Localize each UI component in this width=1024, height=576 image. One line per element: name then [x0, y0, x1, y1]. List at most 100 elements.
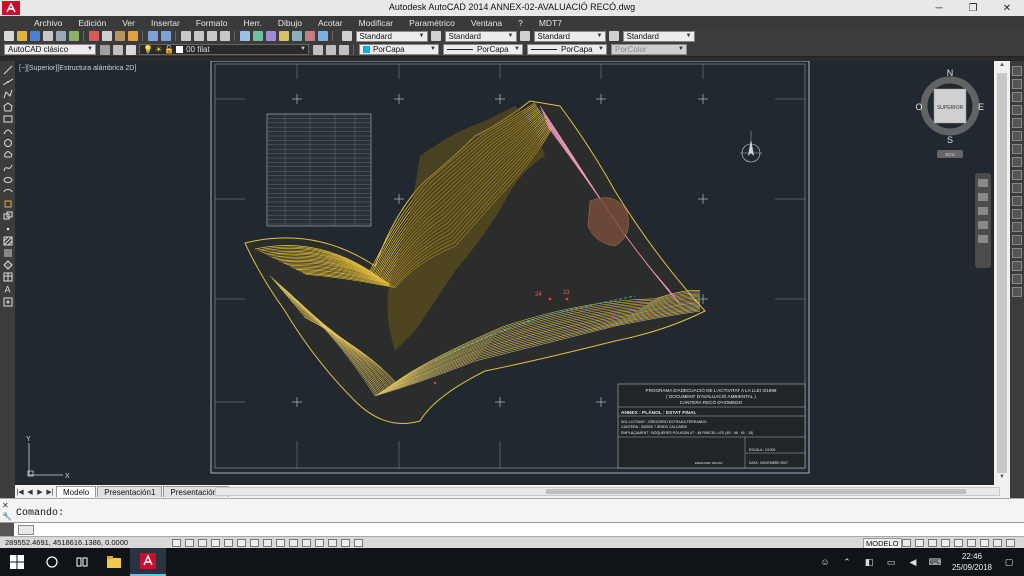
people-icon[interactable]: ☺: [818, 555, 832, 569]
tab-presentacion1[interactable]: Presentación1: [97, 486, 163, 497]
menu-modificar[interactable]: Modificar: [351, 18, 401, 28]
extend-icon[interactable]: [1012, 195, 1022, 206]
selection-cycling-icon[interactable]: [341, 538, 350, 547]
move-icon[interactable]: [1012, 130, 1022, 141]
volume-icon[interactable]: ◀: [906, 555, 920, 569]
toolbar-lock-icon[interactable]: [954, 539, 963, 547]
vertical-scrollbar[interactable]: ▲ ▼: [994, 61, 1010, 485]
command-line-handle[interactable]: [0, 522, 14, 537]
close-button[interactable]: ✕: [990, 0, 1024, 16]
pan-icon[interactable]: [180, 31, 191, 41]
3d-object-snap-icon[interactable]: [250, 538, 259, 547]
layer-manager-icon[interactable]: [112, 44, 123, 55]
command-input[interactable]: [34, 523, 1024, 536]
battery-icon[interactable]: ▭: [884, 555, 898, 569]
clean-screen-icon[interactable]: [1006, 539, 1015, 547]
action-center-icon[interactable]: ▢: [1002, 555, 1016, 569]
polar-tracking-icon[interactable]: [224, 538, 233, 547]
menu-help[interactable]: ?: [510, 18, 531, 28]
save-icon[interactable]: [29, 31, 40, 41]
copy-icon[interactable]: [101, 31, 112, 41]
fillet-icon[interactable]: [1012, 260, 1022, 271]
object-snap-tracking-icon[interactable]: [263, 538, 272, 547]
text-style-combo[interactable]: Standard ▼: [355, 30, 428, 42]
hatch-icon[interactable]: [2, 235, 13, 246]
make-current-layer-icon[interactable]: [312, 44, 323, 55]
layer-combo[interactable]: 💡 ☀ 🔓 00 filat ▼: [139, 44, 309, 55]
drawing-canvas[interactable]: [−][Superior][Estructura alámbrica 2D] 2…: [15, 61, 994, 485]
copy-object-icon[interactable]: [1012, 78, 1022, 89]
viewcube-south[interactable]: S: [947, 135, 953, 145]
status-menu-icon[interactable]: [993, 539, 1002, 547]
snap-mode-icon[interactable]: [185, 538, 194, 547]
rectangle-icon[interactable]: [2, 113, 13, 124]
last-tab-icon[interactable]: ▶|: [45, 487, 55, 497]
windows-start-icon[interactable]: [0, 548, 34, 576]
maximize-button[interactable]: ❐: [956, 0, 990, 16]
publish-icon[interactable]: [68, 31, 79, 41]
taskbar-clock[interactable]: 22:46 25/09/2018: [952, 551, 992, 573]
construction-line-icon[interactable]: [2, 77, 13, 88]
first-tab-icon[interactable]: |◀: [15, 487, 25, 497]
multileader-style-combo[interactable]: Standard ▼: [622, 30, 695, 42]
quick-view-drawings-icon[interactable]: [915, 539, 924, 547]
menu-mdt7[interactable]: MDT7: [531, 18, 570, 28]
menu-archivo[interactable]: Archivo: [26, 18, 70, 28]
properties-icon[interactable]: [239, 31, 250, 41]
table-icon[interactable]: [2, 272, 13, 283]
dim-style-combo[interactable]: Standard ▼: [444, 30, 517, 42]
arc-icon[interactable]: [2, 126, 13, 137]
ellipse-arc-icon[interactable]: [2, 186, 13, 197]
design-center-icon[interactable]: [252, 31, 263, 41]
lineweight-display-icon[interactable]: [302, 538, 311, 547]
table-style-combo[interactable]: Standard ▼: [533, 30, 606, 42]
mirror-icon[interactable]: [1012, 91, 1022, 102]
blend-curves-icon[interactable]: [1012, 273, 1022, 284]
customize-wrench-icon[interactable]: 🔧: [2, 512, 12, 521]
grid-display-icon[interactable]: [198, 538, 207, 547]
revision-cloud-icon[interactable]: [2, 150, 13, 161]
menu-acotar[interactable]: Acotar: [310, 18, 351, 28]
cut-icon[interactable]: [88, 31, 99, 41]
offset-icon[interactable]: [1012, 104, 1022, 115]
erase-icon[interactable]: [1012, 65, 1022, 76]
workspace-combo[interactable]: AutoCAD clásico ▼: [4, 44, 96, 55]
dynamic-ucs-icon[interactable]: [276, 538, 285, 547]
tab-modelo[interactable]: Modelo: [56, 486, 97, 497]
zoom-realtime-icon[interactable]: [193, 31, 204, 41]
language-icon[interactable]: ⌨: [928, 555, 942, 569]
line-icon[interactable]: [2, 65, 13, 76]
menu-insertar[interactable]: Insertar: [143, 18, 188, 28]
navigation-bar[interactable]: [975, 173, 991, 268]
linetype-combo[interactable]: PorCapa ▼: [443, 44, 523, 55]
chamfer-icon[interactable]: [1012, 247, 1022, 258]
scroll-down-arrow-icon[interactable]: ▼: [994, 474, 1010, 484]
menu-formato[interactable]: Formato: [188, 18, 236, 28]
annotation-monitor-icon[interactable]: [354, 538, 363, 547]
scale-icon[interactable]: [1012, 156, 1022, 167]
close-command-icon[interactable]: ✕: [2, 501, 11, 510]
ellipse-icon[interactable]: [2, 174, 13, 185]
trim-icon[interactable]: [1012, 182, 1022, 193]
region-icon[interactable]: [2, 260, 13, 271]
lineweight-combo[interactable]: PorCapa ▼: [527, 44, 607, 55]
annotation-scale-icon[interactable]: [928, 539, 937, 547]
cursor-coordinates[interactable]: 289552.4691, 4518616.1386, 0.0000: [0, 538, 170, 547]
new-file-icon[interactable]: [3, 31, 14, 41]
horizontal-scroll-thumb[interactable]: [546, 489, 966, 494]
quickcalc-icon[interactable]: [304, 31, 315, 41]
menu-edicion[interactable]: Edición: [70, 18, 114, 28]
stretch-icon[interactable]: [1012, 169, 1022, 180]
hardware-acceleration-icon[interactable]: [967, 539, 976, 547]
markup-icon[interactable]: [291, 31, 302, 41]
viewcube-face[interactable]: SUPERIOR: [937, 105, 964, 111]
menu-ventana[interactable]: Ventana: [463, 18, 510, 28]
redo-icon[interactable]: [160, 31, 171, 41]
explode-icon[interactable]: [1012, 286, 1022, 297]
workspace-settings-icon[interactable]: [99, 44, 110, 55]
command-recent-icon[interactable]: [18, 524, 34, 535]
viewcube[interactable]: SUPERIOR N S E O SCU: [915, 68, 984, 158]
infer-constraints-icon[interactable]: [172, 538, 181, 547]
gradient-icon[interactable]: [2, 247, 13, 258]
undo-icon[interactable]: [147, 31, 158, 41]
